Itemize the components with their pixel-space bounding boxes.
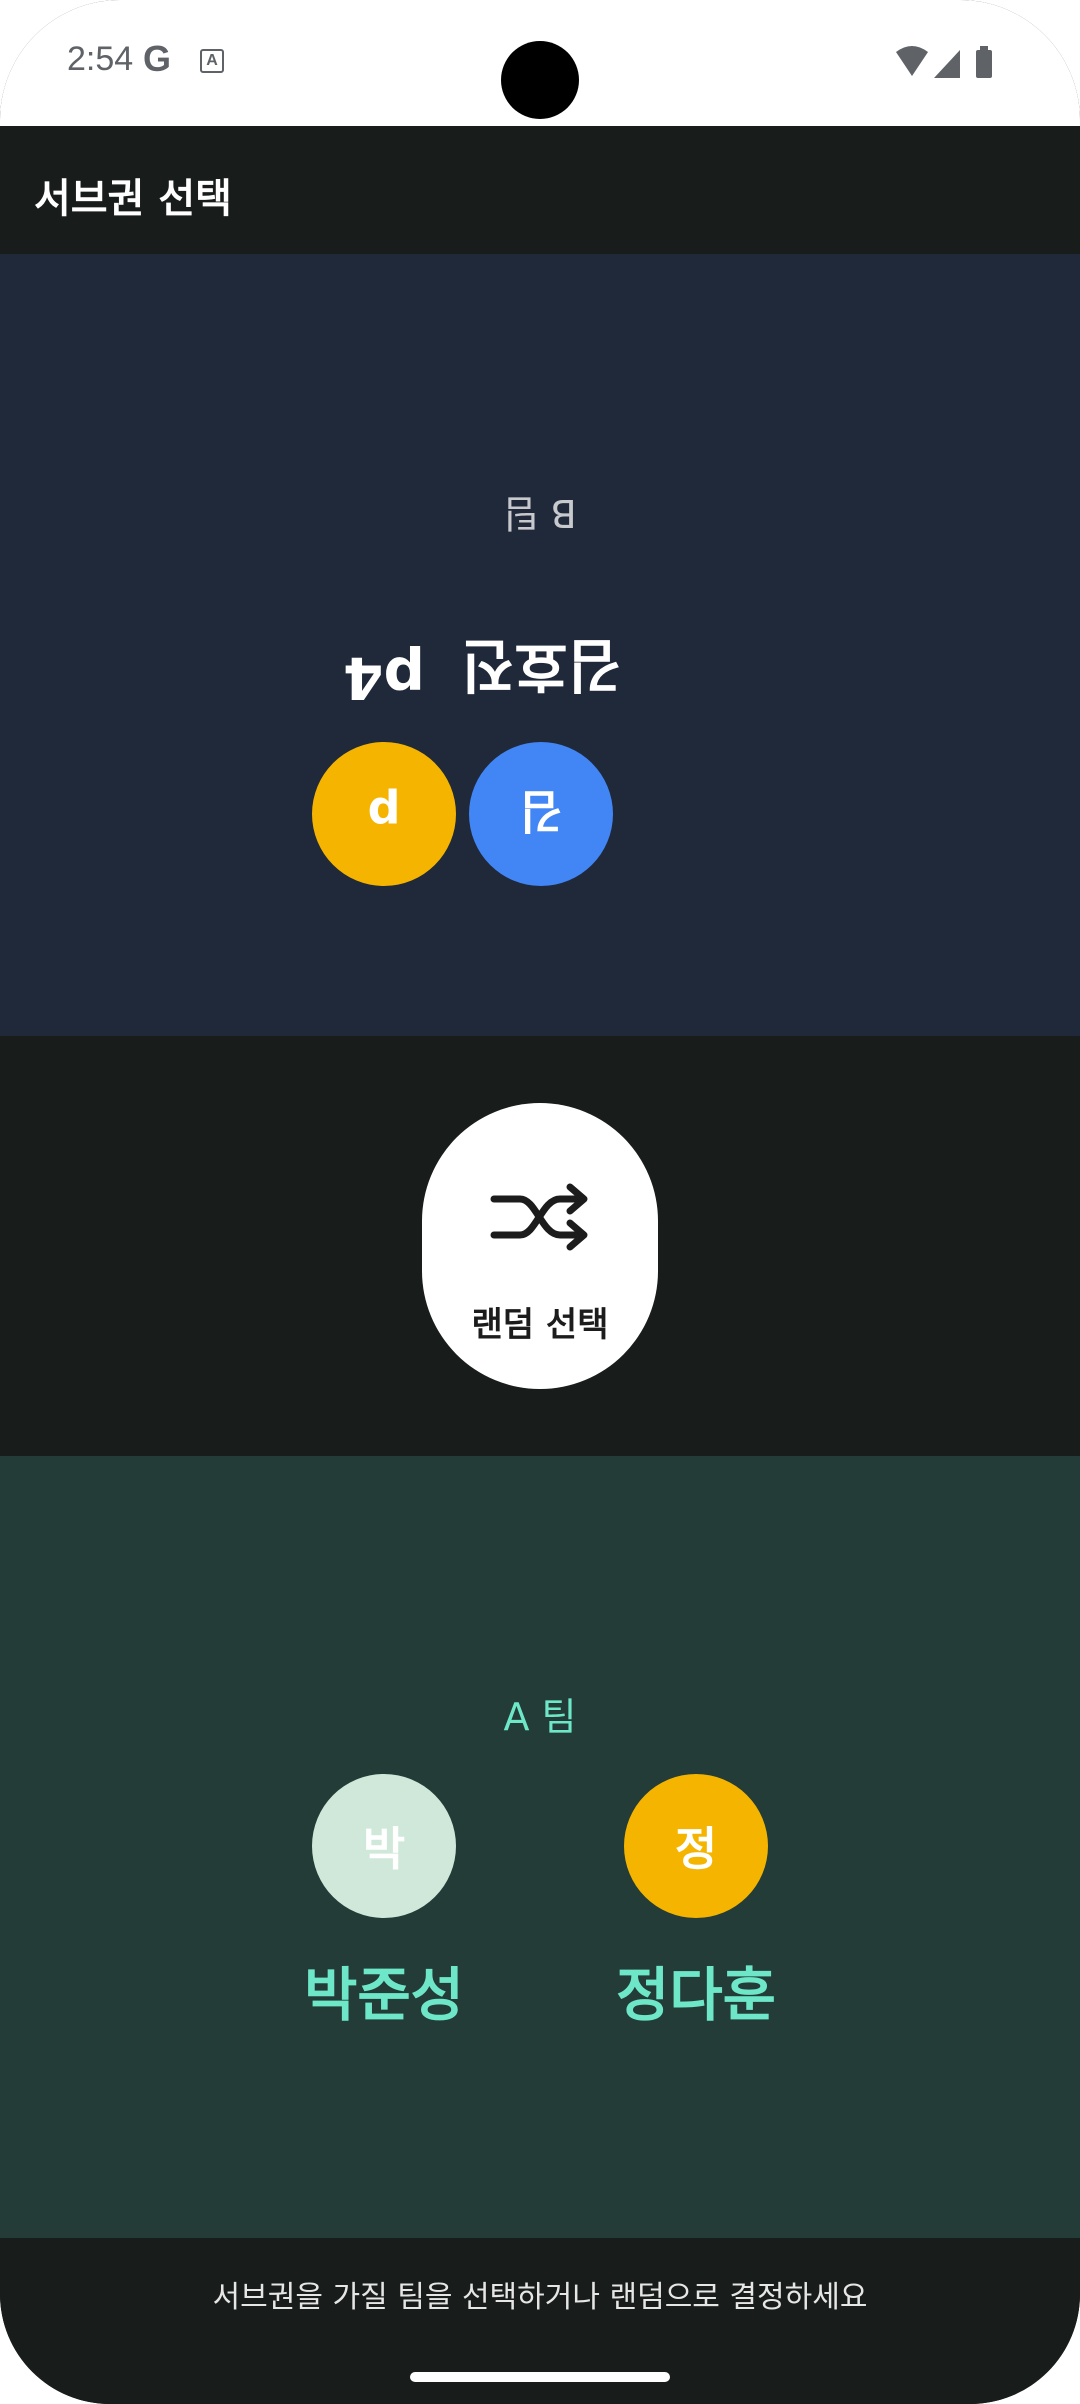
team-a-player-1: 박 박준성 — [234, 1774, 534, 2032]
random-select-button[interactable]: 랜덤 선택 — [422, 1103, 658, 1389]
team-a-player-2: 정 정다훈 — [546, 1774, 846, 2032]
team-a-label: A 팀 — [503, 1695, 577, 1739]
status-icons — [896, 46, 992, 78]
footer-hint: 서브권을 가질 팀을 선택하거나 랜덤으로 결정하세요 — [212, 2280, 868, 2315]
signal-icon — [934, 50, 960, 78]
player-name: p4 — [343, 644, 425, 712]
camera-cutout — [501, 41, 579, 119]
avatar-initial: 정 — [674, 1822, 718, 1876]
page-title: 서브권 선택 — [34, 176, 232, 222]
wifi-icon — [896, 46, 928, 76]
app-screen: 2:54 G A 서브권 선택 B 팀 김 김효진 p p4 랜덤 선택 A 팀… — [0, 0, 1080, 2404]
team-b-panel[interactable]: B 팀 김 김효진 p p4 — [0, 254, 1080, 1036]
status-time: 2:54 — [67, 40, 134, 78]
random-section: 랜덤 선택 — [0, 1036, 1080, 1456]
app-bar: 서브권 선택 — [0, 126, 1080, 254]
player-name: 박준성 — [303, 1961, 465, 2029]
team-b-label: B 팀 — [503, 491, 577, 535]
shuffle-icon — [490, 1183, 588, 1251]
battery-icon — [976, 50, 992, 78]
team-a-panel[interactable]: A 팀 박 박준성 정 정다훈 — [0, 1456, 1080, 2238]
avatar: 정 — [624, 1774, 768, 1918]
avatar: p — [312, 742, 456, 886]
random-select-label: 랜덤 선택 — [471, 1305, 609, 1345]
accessibility-icon: A — [200, 49, 224, 73]
google-icon: G — [143, 38, 172, 79]
avatar-initial: p — [367, 787, 401, 841]
status-bar: 2:54 G A — [0, 0, 1080, 126]
team-b-player-2: p p4 — [234, 644, 534, 886]
avatar: 박 — [312, 1774, 456, 1918]
player-name: 정다훈 — [615, 1961, 777, 2029]
avatar-initial: 박 — [362, 1822, 406, 1876]
team-b-rotated: B 팀 김 김효진 p p4 — [0, 254, 1080, 1036]
home-indicator[interactable] — [410, 2372, 670, 2382]
